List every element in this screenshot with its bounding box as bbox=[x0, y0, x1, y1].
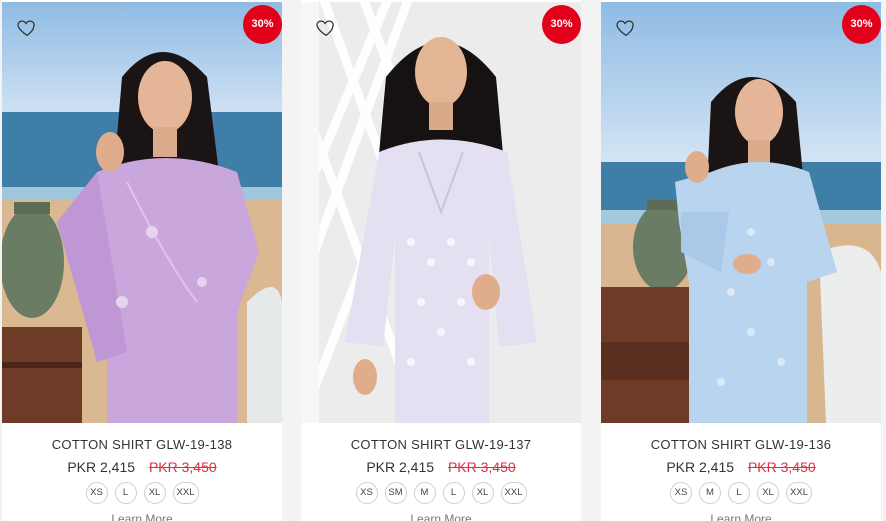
wishlist-heart-icon[interactable] bbox=[315, 17, 337, 39]
learn-more-link[interactable]: Learn More bbox=[2, 512, 282, 521]
size-options: XS L XL XXL bbox=[2, 482, 282, 504]
size-option[interactable]: L bbox=[728, 482, 750, 504]
price-row: PKR 2,415 PKR 3,450 bbox=[2, 459, 282, 475]
size-option[interactable]: XXL bbox=[500, 482, 527, 504]
original-price: PKR 3,450 bbox=[447, 459, 516, 475]
size-option[interactable]: XXL bbox=[786, 482, 812, 504]
discount-badge: 30% bbox=[842, 5, 881, 44]
learn-more-link[interactable]: Learn More bbox=[601, 512, 881, 521]
product-image[interactable]: 30% bbox=[2, 2, 282, 423]
size-option[interactable]: XS bbox=[85, 482, 108, 504]
product-grid: 30% COTTON SHIRT GLW-19-138 PKR 2,415 PK… bbox=[0, 0, 886, 521]
wishlist-heart-icon[interactable] bbox=[615, 17, 637, 39]
sale-price: PKR 2,415 bbox=[666, 459, 735, 475]
original-price: PKR 3,450 bbox=[747, 459, 816, 475]
size-option[interactable]: M bbox=[699, 482, 721, 504]
product-image[interactable]: 30% bbox=[301, 2, 581, 423]
size-option[interactable]: XXL bbox=[172, 482, 199, 504]
price-row: PKR 2,415 PKR 3,450 bbox=[601, 459, 881, 475]
size-option[interactable]: SM bbox=[384, 482, 407, 504]
size-options: XS M L XL XXL bbox=[601, 482, 881, 504]
size-option[interactable]: XS bbox=[355, 482, 378, 504]
product-card[interactable]: 30% COTTON SHIRT GLW-19-136 PKR 2,415 PK… bbox=[601, 0, 881, 521]
size-option[interactable]: L bbox=[114, 482, 137, 504]
wishlist-heart-icon[interactable] bbox=[16, 17, 38, 39]
product-title[interactable]: COTTON SHIRT GLW-19-138 bbox=[2, 437, 282, 452]
discount-badge: 30% bbox=[243, 5, 282, 44]
product-image[interactable]: 30% bbox=[601, 2, 881, 423]
size-option[interactable]: L bbox=[442, 482, 465, 504]
product-card[interactable]: 30% COTTON SHIRT GLW-19-137 PKR 2,415 PK… bbox=[301, 0, 581, 521]
size-option[interactable]: XL bbox=[143, 482, 166, 504]
size-option[interactable]: XS bbox=[670, 482, 692, 504]
size-option[interactable]: XL bbox=[757, 482, 779, 504]
size-options: XS SM M L XL XXL bbox=[301, 482, 581, 504]
product-card[interactable]: 30% COTTON SHIRT GLW-19-138 PKR 2,415 PK… bbox=[2, 0, 282, 521]
price-row: PKR 2,415 PKR 3,450 bbox=[301, 459, 581, 475]
size-option[interactable]: M bbox=[413, 482, 436, 504]
sale-price: PKR 2,415 bbox=[366, 459, 435, 475]
size-option[interactable]: XL bbox=[471, 482, 494, 504]
product-title[interactable]: COTTON SHIRT GLW-19-137 bbox=[301, 437, 581, 452]
original-price: PKR 3,450 bbox=[148, 459, 217, 475]
learn-more-link[interactable]: Learn More bbox=[301, 512, 581, 521]
product-title[interactable]: COTTON SHIRT GLW-19-136 bbox=[601, 437, 881, 452]
discount-badge: 30% bbox=[542, 5, 581, 44]
sale-price: PKR 2,415 bbox=[67, 459, 136, 475]
